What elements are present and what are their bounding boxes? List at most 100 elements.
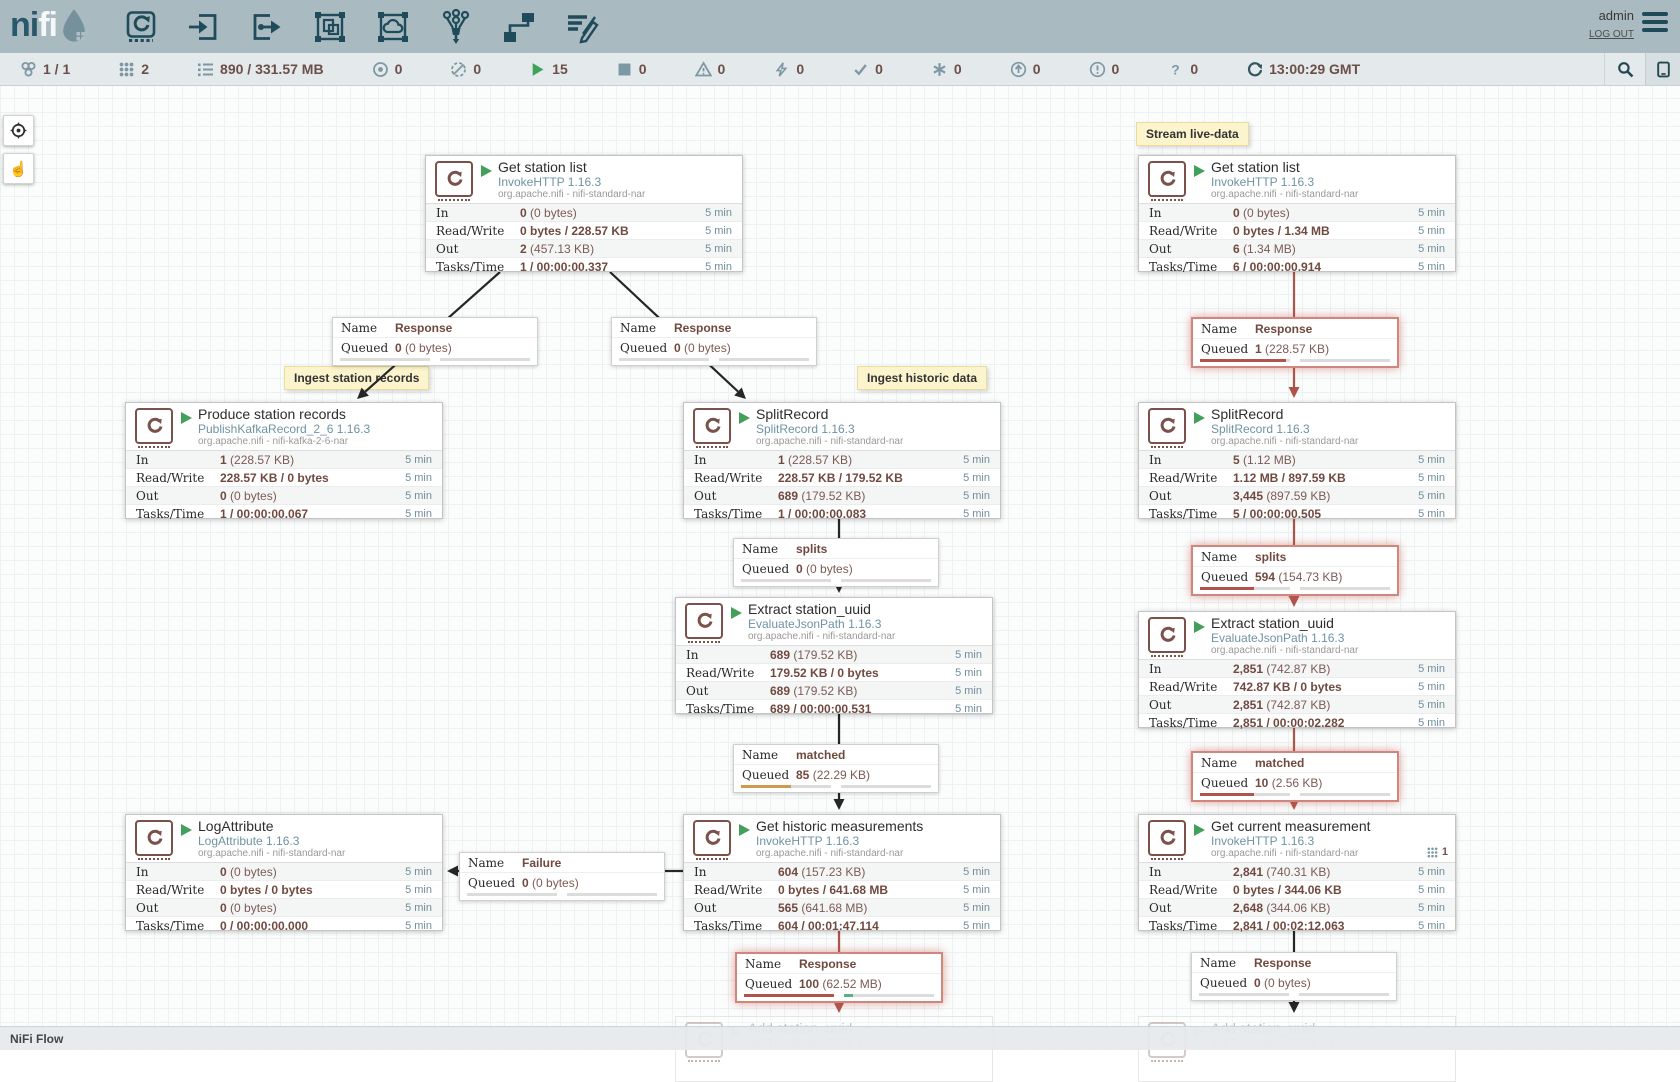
refresh-status[interactable]: 13:00:29 GMT — [1246, 61, 1360, 78]
processor[interactable]: Produce station records PublishKafkaReco… — [125, 402, 443, 519]
template-icon[interactable] — [500, 8, 538, 46]
not-transmitting-status: 0 — [450, 61, 481, 78]
connection-label[interactable]: Name splits Queued 0 (0 bytes) — [733, 538, 939, 587]
processor-bundle: org.apache.nifi - nifi-standard-nar — [1211, 436, 1447, 448]
input-port-icon[interactable] — [185, 8, 223, 46]
processor-title: Extract station_uuid — [748, 601, 984, 617]
connection-name-key: Name — [1201, 756, 1255, 770]
connection-name-value: splits — [796, 542, 827, 556]
flow-label[interactable]: Stream live-data — [1136, 122, 1249, 146]
connection-label[interactable]: Name splits Queued 594 (154.73 KB) — [1191, 545, 1399, 596]
stat-row: Out3,445 (897.59 KB)5 min — [1139, 486, 1455, 504]
processor-title: Get historic measurements — [756, 818, 992, 834]
processor-bundle: org.apache.nifi - nifi-standard-nar — [1211, 848, 1447, 860]
label-icon[interactable] — [563, 8, 601, 46]
flow-label[interactable]: Ingest historic data — [857, 366, 987, 390]
logout-link[interactable]: LOG OUT — [1589, 29, 1634, 40]
svg-text:?: ? — [1172, 62, 1181, 77]
stat-row: Tasks/Time6 / 00:00:00.9145 min — [1139, 257, 1455, 275]
connection-queued-key: Queued — [1201, 342, 1255, 356]
refresh-icon — [1246, 61, 1263, 78]
flow-label[interactable]: Ingest station records — [284, 366, 429, 390]
connection-queued-key: Queued — [1201, 570, 1255, 584]
processor-stamp-icon — [685, 603, 723, 639]
process-group-icon[interactable] — [311, 8, 349, 46]
processor-stats: In0 (0 bytes)5 minRead/Write0 bytes / 0 … — [126, 862, 442, 930]
connection-threshold-bars — [1192, 992, 1396, 1000]
flow-canvas[interactable]: Stream live-data Ingest station records In… — [0, 0, 1680, 1050]
stat-row: Read/Write228.57 KB / 179.52 KB5 min — [684, 468, 1000, 486]
processor-type: InvokeHTTP 1.16.3 — [498, 175, 734, 189]
not-transmitting-icon — [450, 61, 467, 78]
connection-name-value: Response — [674, 321, 731, 335]
transmitting-icon — [372, 61, 389, 78]
bulletin-board-button[interactable] — [1645, 53, 1680, 85]
stat-row: Read/Write0 bytes / 1.34 MB5 min — [1139, 221, 1455, 239]
processor-stamp-icon — [1148, 617, 1186, 653]
breadcrumb-root-link[interactable]: NiFi Flow — [10, 1032, 63, 1046]
processor[interactable]: SplitRecord SplitRecord 1.16.3 org.apach… — [683, 402, 1001, 519]
processor[interactable]: Get station list InvokeHTTP 1.16.3 org.a… — [425, 155, 743, 272]
processor[interactable]: Extract station_uuid EvaluateJsonPath 1.… — [1138, 611, 1456, 728]
connection-label[interactable]: Name Response Queued 100 (62.52 MB) — [735, 952, 943, 1003]
stat-row: Out0 (0 bytes)5 min — [126, 486, 442, 504]
connection-label[interactable]: Name Response Queued 0 (0 bytes) — [611, 317, 817, 366]
connection-queued-key: Queued — [742, 562, 796, 576]
connection-label[interactable]: Name matched Queued 10 (2.56 KB) — [1191, 751, 1399, 802]
processor-stats: In2,851 (742.87 KB)5 minRead/Write742.87… — [1139, 659, 1455, 727]
connection-name-value: Failure — [522, 856, 561, 870]
connection-label[interactable]: Name Response Queued 0 (0 bytes) — [1191, 952, 1397, 1001]
nifi-logo: nifi — [10, 6, 89, 44]
processor-icon[interactable] — [122, 8, 160, 46]
connection-label[interactable]: Name Response Queued 0 (0 bytes) — [332, 317, 538, 366]
processor[interactable]: SplitRecord SplitRecord 1.16.3 org.apach… — [1138, 402, 1456, 519]
running-state-icon — [731, 607, 742, 619]
connection-queued-key: Queued — [468, 876, 522, 890]
processor-bundle: org.apache.nifi - nifi-standard-nar — [748, 631, 984, 643]
connection-queued-value: 85 (22.29 KB) — [796, 768, 870, 782]
global-menu-button[interactable] — [1642, 12, 1668, 36]
processor[interactable]: Get station list InvokeHTTP 1.16.3 org.a… — [1138, 155, 1456, 272]
processor-title: Get station list — [1211, 159, 1447, 175]
sync-failure-status: ?0 — [1167, 61, 1198, 78]
connection-name-value: Response — [1254, 956, 1311, 970]
funnel-icon[interactable] — [437, 8, 475, 46]
output-port-icon[interactable] — [248, 8, 286, 46]
up-to-date-status: 0 — [852, 61, 883, 78]
processor-title: SplitRecord — [756, 406, 992, 422]
running-state-icon — [1194, 412, 1205, 424]
connection-name-key: Name — [742, 542, 796, 556]
status-count: 0 — [875, 61, 883, 77]
status-count: 0 — [954, 61, 962, 77]
processor-bundle: org.apache.nifi - nifi-standard-nar — [198, 848, 434, 860]
status-count: 0 — [473, 61, 481, 77]
navigate-palette-button[interactable] — [3, 115, 34, 146]
active-threads-badge: 1 — [1427, 846, 1448, 858]
remote-process-group-icon[interactable] — [374, 8, 412, 46]
connection-name-value: Response — [799, 957, 856, 971]
processor-stats: In2,841 (740.31 KB)5 minRead/Write0 byte… — [1139, 862, 1455, 930]
processor[interactable]: Get historic measurements InvokeHTTP 1.1… — [683, 814, 1001, 931]
processor-bundle: org.apache.nifi - nifi-standard-nar — [756, 848, 992, 860]
search-button[interactable] — [1604, 53, 1645, 85]
operate-palette-button[interactable]: ☝ — [3, 153, 34, 184]
running-state-icon — [1194, 621, 1205, 633]
processor-bundle: org.apache.nifi - nifi-standard-nar — [1211, 645, 1447, 657]
connection-queued-value: 0 (0 bytes) — [674, 341, 731, 355]
threads-icon — [118, 61, 135, 78]
connection-label[interactable]: Name Response Queued 1 (228.57 KB) — [1191, 317, 1399, 368]
processor[interactable]: Extract station_uuid EvaluateJsonPath 1.… — [675, 597, 993, 714]
connection-label[interactable]: Name matched Queued 85 (22.29 KB) — [733, 744, 939, 793]
locally-modified-stale-icon — [1089, 61, 1106, 78]
connection-queued-key: Queued — [620, 341, 674, 355]
processor-title: Extract station_uuid — [1211, 615, 1447, 631]
stat-row: In604 (157.23 KB)5 min — [684, 863, 1000, 880]
connection-queued-key: Queued — [1200, 976, 1254, 990]
status-count: 0 — [796, 61, 804, 77]
status-count: 15 — [552, 61, 568, 77]
stat-row: Tasks/Time5 / 00:00:00.5055 min — [1139, 504, 1455, 522]
running-state-icon — [181, 412, 192, 424]
connection-label[interactable]: Name Failure Queued 0 (0 bytes) — [459, 852, 665, 901]
processor[interactable]: LogAttribute LogAttribute 1.16.3 org.apa… — [125, 814, 443, 931]
processor[interactable]: Get current measurement InvokeHTTP 1.16.… — [1138, 814, 1456, 931]
